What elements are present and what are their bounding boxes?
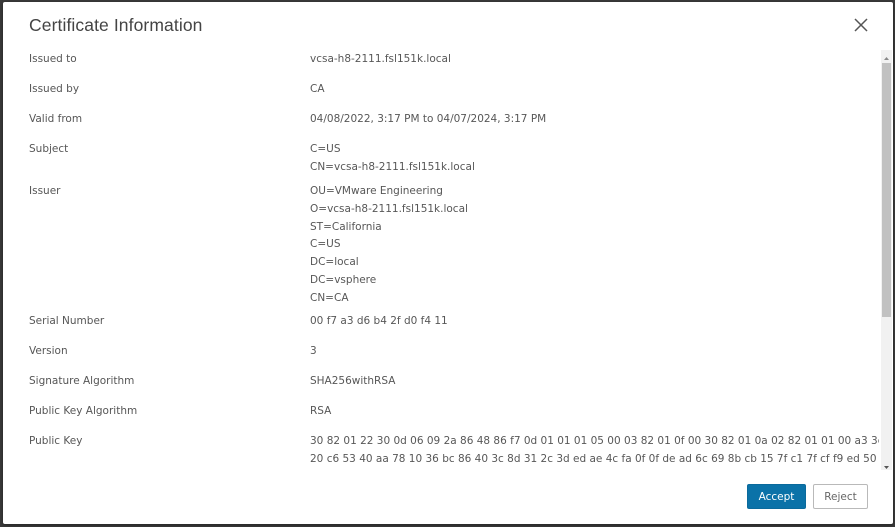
certificate-details: Issued to vcsa-h8-2111.fsl151k.local Iss…: [3, 50, 879, 470]
field-label: Serial Number: [29, 315, 105, 327]
value-line: C=US: [310, 143, 341, 155]
field-value: vcsa-h8-2111.fsl151k.local: [310, 51, 451, 69]
field-label: Issued to: [29, 53, 77, 65]
field-label: Public Key: [29, 435, 83, 447]
close-button[interactable]: [852, 16, 870, 34]
value-line: ST=California: [310, 220, 382, 233]
field-value: OU=VMware Engineering O=vcsa-h8-2111.fsl…: [310, 183, 468, 308]
value-line: 30 82 01 22 30 0d 06 09 2a 86 48 86 f7 0…: [310, 435, 879, 447]
field-label: Version: [29, 345, 68, 357]
value-line: CN=vcsa-h8-2111.fsl151k.local: [310, 160, 475, 173]
value-line: 00 f7 a3 d6 b4 2f d0 f4 11: [310, 315, 448, 327]
certificate-dialog: Certificate Information Issued to vcsa-h…: [3, 2, 893, 524]
scrollbar-thumb[interactable]: [882, 63, 891, 317]
vertical-scrollbar[interactable]: [881, 50, 892, 470]
field-value: 04/08/2022, 3:17 PM to 04/07/2024, 3:17 …: [310, 111, 546, 129]
value-line: CN=CA: [310, 291, 349, 304]
field-value: SHA256withRSA: [310, 373, 395, 391]
field-label: Issued by: [29, 83, 80, 95]
value-line: O=vcsa-h8-2111.fsl151k.local: [310, 202, 468, 215]
close-icon: [854, 18, 868, 32]
field-label: Valid from: [29, 113, 83, 125]
field-value: C=US CN=vcsa-h8-2111.fsl151k.local: [310, 141, 475, 177]
arrow-down-icon: [884, 466, 889, 469]
value-line: 3: [310, 345, 317, 357]
value-line: C=US: [310, 238, 341, 251]
value-line: 20 c6 53 40 aa 78 10 36 bc 86 40 3c 8d 3…: [310, 452, 879, 465]
field-value: RSA: [310, 403, 331, 421]
reject-button[interactable]: Reject: [813, 484, 868, 509]
value-line: 04/08/2022, 3:17 PM to 04/07/2024, 3:17 …: [310, 113, 547, 125]
field-value: CA: [310, 81, 325, 99]
value-line: CA: [310, 83, 325, 95]
value-line: vcsa-h8-2111.fsl151k.local: [310, 53, 451, 65]
field-label: Public Key Algorithm: [29, 405, 138, 417]
scroll-up-button[interactable]: [881, 50, 892, 62]
field-value: 3: [310, 343, 317, 361]
value-line: RSA: [310, 405, 332, 417]
field-label: Signature Algorithm: [29, 375, 135, 387]
field-label: Issuer: [29, 185, 61, 197]
scroll-down-button[interactable]: [881, 458, 892, 470]
dialog-title: Certificate Information: [29, 15, 203, 35]
value-line: OU=VMware Engineering: [310, 185, 443, 197]
accept-button[interactable]: Accept: [747, 484, 806, 509]
field-label: Subject: [29, 143, 69, 155]
value-line: DC=vsphere: [310, 273, 377, 286]
value-line: SHA256withRSA: [310, 375, 396, 387]
field-value: 00 f7 a3 d6 b4 2f d0 f4 11: [310, 313, 448, 331]
value-line: DC=local: [310, 256, 359, 269]
field-value: 30 82 01 22 30 0d 06 09 2a 86 48 86 f7 0…: [310, 433, 879, 469]
